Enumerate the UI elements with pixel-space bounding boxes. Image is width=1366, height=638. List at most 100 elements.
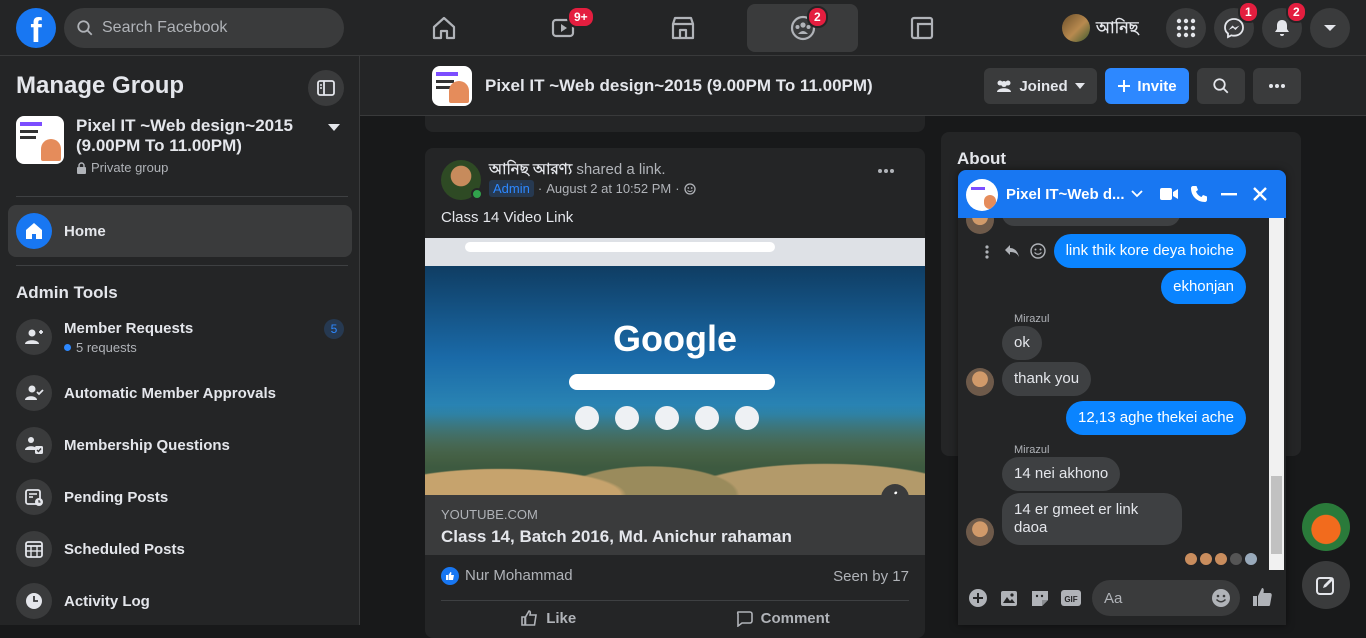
more-icon[interactable] [984, 244, 990, 260]
sidebar-item-label: Pending Posts [64, 488, 169, 506]
url-bar-image [465, 242, 775, 252]
post-actions: Like Comment [441, 600, 909, 627]
like-button[interactable]: Like [520, 609, 576, 627]
minimize-icon[interactable] [1221, 193, 1237, 196]
sidebar-item-member-requests[interactable]: Member Requests 5 requests 5 [16, 313, 346, 361]
messenger-button[interactable]: 1 [1214, 1, 1259, 48]
chat-group-avatar [966, 179, 998, 211]
divider [16, 265, 348, 266]
unread-dot [64, 343, 71, 351]
icon-wrap [16, 375, 52, 411]
search-input[interactable] [102, 19, 322, 37]
meta-separator: · [675, 181, 680, 196]
group-selector[interactable]: Pixel IT ~Web design~2015 (9.00PM To 11.… [16, 116, 346, 175]
sidebar-item-automatic-member-approvals[interactable]: Automatic Member Approvals [16, 369, 346, 417]
sidebar-item-scheduled-posts[interactable]: Scheduled Posts [16, 525, 346, 573]
sidebar-title: Manage Group [16, 72, 185, 99]
plus-circle-icon[interactable] [968, 588, 988, 608]
like-reaction-icon [441, 567, 459, 586]
post-options-icon[interactable] [877, 168, 895, 174]
group-dropdown-icon[interactable] [326, 122, 342, 134]
add-person-icon [25, 329, 43, 344]
pending-posts-icon [25, 489, 43, 506]
sticker-icon[interactable] [1030, 588, 1050, 608]
sidebar-item-activity-log[interactable]: Activity Log [16, 577, 346, 625]
about-title: About [957, 149, 1007, 168]
link-card[interactable]: YOUTUBE.COM Class 14, Batch 2016, Md. An… [425, 495, 925, 555]
close-icon[interactable] [1252, 186, 1268, 202]
home-tab[interactable] [388, 4, 499, 52]
message-bubble: 12,13 aghe thekei ache [1066, 401, 1246, 435]
phone-icon[interactable] [1190, 185, 1208, 203]
joined-button[interactable]: Joined [984, 68, 1097, 104]
requests-sub-row: 5 requests [64, 340, 193, 355]
icon-wrap [16, 319, 52, 355]
floating-chat-avatar[interactable] [1302, 503, 1350, 551]
chevron-down-icon[interactable] [1131, 190, 1143, 198]
avatar [966, 368, 994, 396]
sidebar-item-membership-questions[interactable]: Membership Questions [16, 421, 346, 469]
facebook-logo[interactable]: f [16, 8, 56, 48]
post-time[interactable]: August 2 at 10:52 PM [546, 181, 671, 196]
calendar-icon [25, 541, 43, 558]
video-call-icon[interactable] [1159, 185, 1179, 203]
profile-shortcut[interactable]: আনিছ [1062, 10, 1139, 46]
thumbs-up-icon[interactable] [1251, 586, 1273, 608]
new-message-button[interactable] [1302, 561, 1350, 609]
count-badge: 5 [324, 319, 344, 339]
groups-badge: 2 [807, 6, 828, 28]
post-action: shared a link. [576, 161, 666, 178]
groups-tab[interactable]: 2 [747, 4, 858, 52]
group-title[interactable]: Pixel IT ~Web design~2015 (9.00PM To 11.… [485, 76, 873, 96]
message-bubble: thank you [1002, 362, 1092, 396]
comment-button[interactable]: Comment [735, 609, 830, 627]
grid-menu-icon [1176, 18, 1196, 38]
emoji-icon[interactable] [1211, 588, 1231, 608]
like-icon [521, 610, 538, 626]
caret-down-icon [1074, 83, 1085, 89]
message-sender: Mirazul [1014, 313, 1050, 325]
gif-icon[interactable]: GIF [1060, 588, 1082, 608]
google-wordmark: Google [613, 318, 737, 359]
seen-count[interactable]: Seen by 17 [833, 568, 909, 585]
group-header-bar: Pixel IT ~Web design~2015 (9.00PM To 11.… [360, 56, 1366, 116]
menu-button[interactable] [1166, 8, 1206, 48]
shortcut-row [575, 406, 759, 430]
notifications-button[interactable]: 2 [1262, 1, 1307, 48]
invite-label: Invite [1137, 77, 1177, 95]
group-thumbnail [432, 66, 472, 106]
chat-header[interactable]: Pixel IT~Web d... [958, 170, 1286, 218]
scrollbar-thumb[interactable] [1271, 476, 1282, 554]
message-bubble: link thik kore deya hoiche [1053, 234, 1246, 268]
post-author[interactable]: আনিছ আরণ্য [489, 161, 572, 178]
sidebar-item-home[interactable]: Home [8, 205, 352, 257]
react-smiley-icon[interactable] [1030, 243, 1046, 259]
group-name: Pixel IT ~Web design~2015 (9.00PM To 11.… [76, 116, 294, 155]
read-receipts [1184, 552, 1258, 566]
link-preview-image[interactable]: Google [425, 238, 925, 495]
chat-messages: link thik kore deya hoiche ekhonjan Mira… [958, 218, 1276, 570]
chat-title[interactable]: Pixel IT~Web d... [1006, 186, 1125, 203]
collapse-sidebar-button[interactable] [308, 70, 344, 106]
chat-scrollbar[interactable] [1269, 218, 1284, 570]
link-title: Class 14, Batch 2016, Md. Anichur rahama… [441, 527, 792, 546]
account-button[interactable] [1310, 8, 1350, 48]
lock-icon [77, 161, 86, 174]
message-bubble: ekhonjan [1161, 270, 1246, 304]
gaming-tab[interactable] [866, 4, 977, 52]
watch-tab[interactable]: 9+ [507, 4, 618, 52]
reactions-row: Nur Mohammad Seen by 17 [441, 567, 909, 586]
people-icon [997, 80, 1012, 92]
more-options-button[interactable] [1253, 68, 1301, 104]
reply-icon[interactable] [1004, 244, 1020, 258]
home-icon [26, 223, 42, 239]
search-box[interactable] [64, 8, 344, 48]
photo-icon[interactable] [1000, 588, 1020, 608]
link-source: YOUTUBE.COM [441, 507, 538, 522]
invite-button[interactable]: Invite [1105, 68, 1189, 104]
marketplace-tab[interactable] [627, 4, 738, 52]
group-search-button[interactable] [1197, 68, 1245, 104]
icon-wrap [16, 479, 52, 515]
reactions-summary[interactable]: Nur Mohammad [441, 567, 573, 586]
sidebar-item-pending-posts[interactable]: Pending Posts [16, 473, 346, 521]
